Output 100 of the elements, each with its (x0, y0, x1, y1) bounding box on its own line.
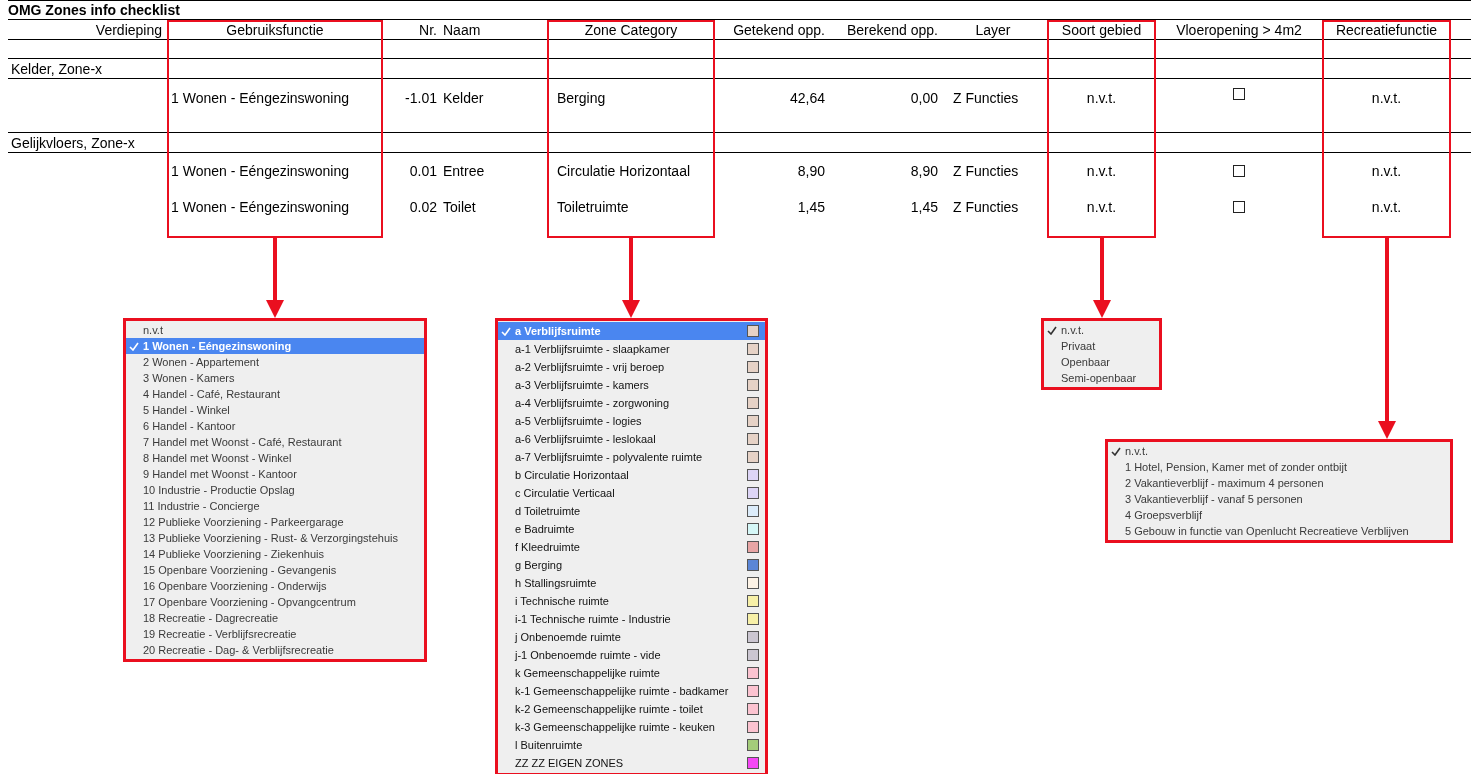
menu-item[interactable]: i Technische ruimte (498, 592, 765, 610)
table-cell-text: Z Functies (952, 197, 1020, 217)
menu-item[interactable]: ZZ ZZ EIGEN ZONES (498, 754, 765, 772)
menu-item[interactable]: Privaat (1044, 338, 1159, 354)
column-header: Naam (442, 21, 482, 40)
table-cell-text: Toiletruimte (556, 197, 630, 217)
menu-item[interactable]: k-2 Gemeenschappelijke ruimte - toilet (498, 700, 765, 718)
menu-item[interactable]: 17 Openbare Voorziening - Opvangcentrum (126, 594, 424, 610)
menu-item[interactable]: n.v.t. (1044, 322, 1159, 338)
menu-item[interactable]: f Kleedruimte (498, 538, 765, 556)
menu-item[interactable]: c Circulatie Verticaal (498, 484, 765, 502)
table-cell-text: 1 Wonen - Eéngezinswoning (170, 197, 350, 217)
column-header: Nr. (418, 21, 438, 40)
menu-item[interactable]: Openbaar (1044, 354, 1159, 370)
menu-item[interactable]: 5 Handel - Winkel (126, 402, 424, 418)
menu-item[interactable]: 8 Handel met Woonst - Winkel (126, 450, 424, 466)
menu-item[interactable]: e Badruimte (498, 520, 765, 538)
menu-item[interactable]: n.v.t (126, 322, 424, 338)
checkbox[interactable] (1233, 88, 1245, 100)
menu-item[interactable]: 18 Recreatie - Dagrecreatie (126, 610, 424, 626)
menu-item[interactable]: 9 Handel met Woonst - Kantoor (126, 466, 424, 482)
menu-item[interactable]: 16 Openbare Voorziening - Onderwijs (126, 578, 424, 594)
menu-item[interactable]: 1 Hotel, Pension, Kamer met of zonder ontbijt (1108, 459, 1450, 475)
table-cell-text: -1.01 (404, 89, 438, 108)
menu-item[interactable]: 11 Industrie - Concierge (126, 498, 424, 514)
menu-item[interactable]: a Verblijfsruimte (498, 322, 765, 340)
menu-item[interactable]: a-1 Verblijfsruimte - slaapkamer (498, 340, 765, 358)
column-header: Gebruiksfunctie (225, 21, 325, 40)
menu-item[interactable]: 4 Groepsverblijf (1108, 507, 1450, 523)
table-cell-text: n.v.t. (1370, 89, 1403, 108)
checkbox[interactable] (1233, 201, 1245, 213)
table-cell-text: 8,90 (909, 161, 939, 181)
table-cell-text: Circulatie Horizontaal (556, 161, 692, 181)
menu-item[interactable]: a-5 Verblijfsruimte - logies (498, 412, 765, 430)
group-label: Gelijkvloers, Zone-x (10, 134, 136, 153)
menu-item[interactable]: a-6 Verblijfsruimte - leslokaal (498, 430, 765, 448)
column-header: Soort gebied (1060, 21, 1143, 40)
menu-item[interactable]: j Onbenoemde ruimte (498, 628, 765, 646)
menu-item[interactable]: 20 Recreatie - Dag- & Verblijfsrecreatie (126, 642, 424, 658)
table-cell-text: 0.02 (408, 197, 438, 217)
table-cell-text: n.v.t. (1085, 161, 1118, 181)
menu-item[interactable]: n.v.t. (1108, 443, 1450, 459)
menu-item[interactable]: 6 Handel - Kantoor (126, 418, 424, 434)
menu-item[interactable]: 12 Publieke Voorziening - Parkeergarage (126, 514, 424, 530)
menu-item[interactable]: 7 Handel met Woonst - Café, Restaurant (126, 434, 424, 450)
menu-item[interactable]: 15 Openbare Voorziening - Gevangenis (126, 562, 424, 578)
table-cell-text: Toilet (442, 197, 477, 217)
column-header: Zone Category (583, 21, 679, 40)
table-cell-text: Z Functies (952, 89, 1020, 108)
check-icon (129, 341, 139, 351)
menu-item[interactable]: d Toiletruimte (498, 502, 765, 520)
table-cell-text: Kelder (442, 89, 485, 108)
column-header: Layer (974, 21, 1012, 40)
menu-item[interactable]: 10 Industrie - Productie Opslag (126, 482, 424, 498)
menu-item[interactable]: 5 Gebouw in functie van Openlucht Recreatieve Verblijven (1108, 523, 1450, 539)
column-header: Vloeropening > 4m2 (1175, 21, 1303, 40)
menu-item[interactable]: g Berging (498, 556, 765, 574)
menu-item[interactable]: a-2 Verblijfsruimte - vrij beroep (498, 358, 765, 376)
menu-item[interactable]: 1 Wonen - Eéngezinswoning (126, 338, 424, 354)
menu-item[interactable]: 4 Handel - Café, Restaurant (126, 386, 424, 402)
table-cell-text: n.v.t. (1085, 89, 1118, 108)
menu-item[interactable]: b Circulatie Horizontaal (498, 466, 765, 484)
check-icon (501, 326, 511, 336)
table-cell-text: Z Functies (952, 161, 1020, 181)
menu-item[interactable]: j-1 Onbenoemde ruimte - vide (498, 646, 765, 664)
table-cell-text: Entree (442, 161, 486, 181)
menu-item[interactable]: 3 Wonen - Kamers (126, 370, 424, 386)
checkbox[interactable] (1233, 165, 1245, 177)
column-header: Berekend opp. (845, 21, 939, 40)
menu-item[interactable]: k Gemeenschappelijke ruimte (498, 664, 765, 682)
group-label: Kelder, Zone-x (10, 60, 104, 79)
menu-item[interactable]: a-4 Verblijfsruimte - zorgwoning (498, 394, 765, 412)
menu-item[interactable]: 3 Vakantieverblijf - vanaf 5 personen (1108, 491, 1450, 507)
menu-item[interactable]: 14 Publieke Voorziening - Ziekenhuis (126, 546, 424, 562)
menu-item[interactable]: 19 Recreatie - Verblijfsrecreatie (126, 626, 424, 642)
report-title: OMG Zones info checklist (8, 0, 1471, 20)
table-cell-text: n.v.t. (1085, 197, 1118, 217)
menu-item[interactable]: k-3 Gemeenschappelijke ruimte - keuken (498, 718, 765, 736)
menu-item[interactable]: i-1 Technische ruimte - Industrie (498, 610, 765, 628)
table-cell-text: 1 Wonen - Eéngezinswoning (170, 89, 350, 108)
column-header: Verdieping (94, 21, 163, 40)
table-cell-text: 1,45 (796, 197, 826, 217)
table-cell-text: 42,64 (788, 89, 826, 108)
menu-item[interactable]: a-3 Verblijfsruimte - kamers (498, 376, 765, 394)
menu-item[interactable]: k-1 Gemeenschappelijke ruimte - badkamer (498, 682, 765, 700)
menu-item[interactable]: Semi-openbaar (1044, 370, 1159, 386)
menu-item[interactable]: 2 Wonen - Appartement (126, 354, 424, 370)
table-cell-text: n.v.t. (1370, 161, 1403, 181)
menu-item[interactable]: 2 Vakantieverblijf - maximum 4 personen (1108, 475, 1450, 491)
table-cell-text: Berging (556, 89, 607, 108)
menu-item[interactable]: a-7 Verblijfsruimte - polyvalente ruimte (498, 448, 765, 466)
column-header: Getekend opp. (732, 21, 826, 40)
menu-item[interactable]: h Stallingsruimte (498, 574, 765, 592)
table-cell-text: n.v.t. (1370, 197, 1403, 217)
column-header: Recreatiefunctie (1334, 21, 1439, 40)
table-cell-text: 0,00 (909, 89, 939, 108)
table-cell-text: 1 Wonen - Eéngezinswoning (170, 161, 350, 181)
menu-item[interactable]: 13 Publieke Voorziening - Rust- & Verzorgingstehuis (126, 530, 424, 546)
table-cell-text: 8,90 (796, 161, 826, 181)
menu-item[interactable]: l Buitenruimte (498, 736, 765, 754)
